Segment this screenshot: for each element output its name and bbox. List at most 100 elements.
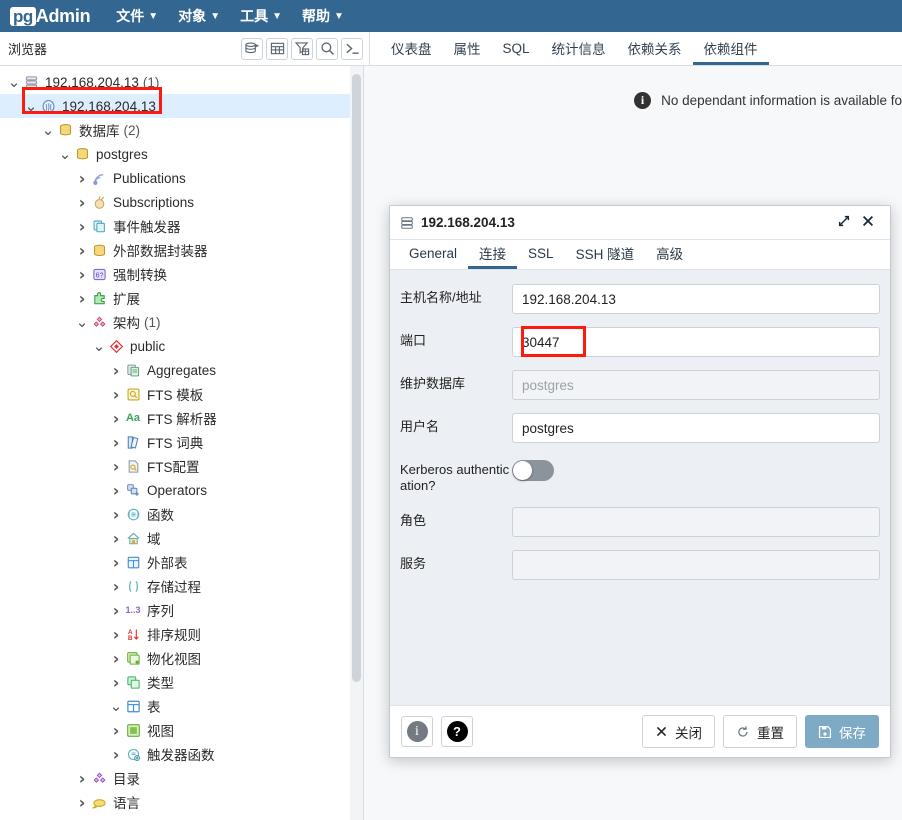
chevron-right-icon[interactable]: ›: [74, 217, 90, 236]
chevron-right-icon[interactable]: ›: [108, 505, 124, 524]
tree-node[interactable]: ›触发器函数: [0, 742, 363, 766]
tree-node[interactable]: ›域: [0, 526, 363, 550]
table-button[interactable]: [266, 38, 288, 60]
chevron-right-icon[interactable]: ›: [74, 193, 90, 212]
dialog-titlebar[interactable]: 192.168.204.13: [390, 206, 890, 240]
tree-node[interactable]: ⌄ postgres: [0, 142, 363, 166]
tree-node[interactable]: test库: [0, 814, 363, 820]
chevron-down-icon[interactable]: ⌄: [91, 342, 107, 350]
tree-node[interactable]: ›Aggregates: [0, 358, 363, 382]
chevron-right-icon[interactable]: ›: [108, 385, 124, 404]
reset-button[interactable]: 重置: [723, 715, 797, 748]
tree-node[interactable]: ⌄192.168.204.13: [0, 94, 363, 118]
chevron-right-icon[interactable]: ›: [108, 529, 124, 548]
chevron-down-icon[interactable]: ⌄: [74, 318, 90, 326]
dialog-tab-ssl[interactable]: SSL: [517, 240, 565, 269]
save-button[interactable]: 保存: [805, 715, 879, 748]
tree-node[interactable]: ⌄数据库(2): [0, 118, 363, 142]
dialog-info-button[interactable]: i: [401, 716, 433, 747]
field-input[interactable]: 192.168.204.13: [512, 284, 880, 314]
tree-node[interactable]: ⌄192.168.204.13(1): [0, 70, 363, 94]
tree-node[interactable]: ›AB排序规则: [0, 622, 363, 646]
tree-node[interactable]: ⌄public: [0, 334, 363, 358]
chevron-right-icon[interactable]: ›: [108, 457, 124, 476]
chevron-right-icon[interactable]: ›: [108, 601, 124, 620]
chevron-right-icon[interactable]: ›: [108, 481, 124, 500]
tree-node[interactable]: ⌄表: [0, 694, 363, 718]
tree-node[interactable]: ⌄架构(1): [0, 310, 363, 334]
close-icon[interactable]: [856, 214, 880, 231]
tab-dependencies[interactable]: 依赖关系: [617, 34, 693, 65]
chevron-right-icon[interactable]: ›: [108, 673, 124, 692]
tree-node[interactable]: ›扩展: [0, 286, 363, 310]
dialog-help-button[interactable]: ?: [441, 716, 473, 747]
tree-node[interactable]: ›外部数据封装器: [0, 238, 363, 262]
field-input[interactable]: 30447: [512, 327, 880, 357]
tree-node[interactable]: ›Subscriptions: [0, 190, 363, 214]
tree-node[interactable]: ›存储过程: [0, 574, 363, 598]
filter-table-button[interactable]: [291, 38, 313, 60]
tree-node[interactable]: ›FTS 模板: [0, 382, 363, 406]
dialog-tab-advanced[interactable]: 高级: [645, 240, 694, 269]
chevron-right-icon[interactable]: ›: [108, 409, 124, 428]
chevron-right-icon[interactable]: ›: [74, 265, 90, 284]
chevron-right-icon[interactable]: ›: [108, 433, 124, 452]
close-button[interactable]: 关闭: [642, 715, 715, 748]
chevron-right-icon[interactable]: ›: [108, 649, 124, 668]
tree-node-label: FTS配置: [147, 456, 200, 476]
tree-node[interactable]: ›类型: [0, 670, 363, 694]
chevron-right-icon[interactable]: ›: [108, 721, 124, 740]
kerberos-authentication-toggle[interactable]: [512, 460, 554, 481]
dialog-tab-connection[interactable]: 连接: [468, 240, 517, 269]
tab-sql[interactable]: SQL: [492, 34, 541, 65]
tab-properties-label: 属性: [454, 38, 481, 58]
chevron-right-icon[interactable]: ›: [74, 169, 90, 188]
tree-node[interactable]: ›语言: [0, 790, 363, 814]
chevron-right-icon[interactable]: ›: [108, 577, 124, 596]
tree-node[interactable]: ›Operators: [0, 478, 363, 502]
tree-node[interactable]: ›1..3序列: [0, 598, 363, 622]
tree-node[interactable]: ›目录: [0, 766, 363, 790]
chevron-right-icon[interactable]: ›: [108, 361, 124, 380]
search-button[interactable]: [316, 38, 338, 60]
chevron-down-icon[interactable]: ⌄: [6, 78, 22, 86]
tree-node[interactable]: ›视图: [0, 718, 363, 742]
tab-statistics[interactable]: 统计信息: [541, 34, 617, 65]
chevron-down-icon[interactable]: ⌄: [40, 126, 56, 134]
chevron-right-icon[interactable]: ›: [108, 625, 124, 644]
dialog-tab-general[interactable]: General: [398, 240, 468, 269]
tree-node[interactable]: ›6?强制转换: [0, 262, 363, 286]
chevron-down-icon[interactable]: ⌄: [23, 102, 39, 110]
chevron-down-icon[interactable]: ⌄: [108, 702, 124, 710]
tab-dashboard[interactable]: 仪表盘: [380, 34, 443, 65]
tree-node[interactable]: ›AaFTS 解析器: [0, 406, 363, 430]
expand-icon[interactable]: [832, 214, 856, 231]
tree-node[interactable]: › FTS配置: [0, 454, 363, 478]
terminal-button[interactable]: [341, 38, 363, 60]
menu-file[interactable]: 文件 ▼: [116, 6, 158, 26]
tab-dependents[interactable]: 依赖组件: [693, 34, 769, 65]
tree-node-label: postgres: [96, 147, 148, 162]
chevron-right-icon[interactable]: ›: [108, 745, 124, 764]
tree-node[interactable]: ›事件触发器: [0, 214, 363, 238]
dialog-tab-ssh-tunnel[interactable]: SSH 隧道: [565, 240, 646, 269]
tree-node[interactable]: ›Publications: [0, 166, 363, 190]
tree-node[interactable]: ›函数: [0, 502, 363, 526]
chevron-right-icon[interactable]: ›: [108, 553, 124, 572]
field-input[interactable]: postgres: [512, 413, 880, 443]
tree-node[interactable]: ›物化视图: [0, 646, 363, 670]
tree-node[interactable]: ›FTS 词典: [0, 430, 363, 454]
menu-help[interactable]: 帮助 ▼: [302, 6, 344, 26]
tree-scrollbar-thumb[interactable]: [352, 74, 361, 682]
add-server-button[interactable]: [241, 38, 263, 60]
chevron-right-icon[interactable]: ›: [74, 289, 90, 308]
tab-properties[interactable]: 属性: [443, 34, 492, 65]
chevron-right-icon[interactable]: ›: [74, 793, 90, 812]
menu-object[interactable]: 对象 ▼: [178, 6, 220, 26]
chevron-right-icon[interactable]: ›: [74, 241, 90, 260]
tree-node[interactable]: ›外部表: [0, 550, 363, 574]
menu-tools[interactable]: 工具 ▼: [240, 6, 282, 26]
tree-scrollbar-track[interactable]: [350, 66, 363, 820]
chevron-down-icon[interactable]: ⌄: [57, 150, 73, 158]
chevron-right-icon[interactable]: ›: [74, 769, 90, 788]
